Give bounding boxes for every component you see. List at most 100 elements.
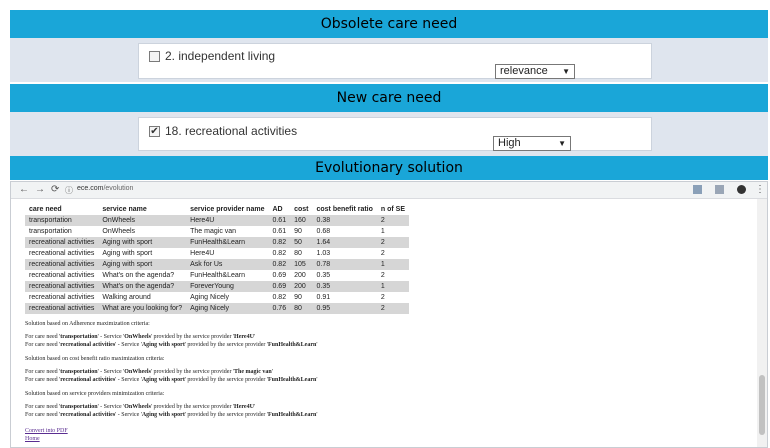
cell-provider: FunHealth&Learn [186,270,269,281]
table-row: recreational activities What are you look… [25,303,410,314]
home-link[interactable]: Home [25,436,40,442]
convert-pdf-link[interactable]: Convert into PDF [25,428,68,434]
cell-cost-benefit: 0.78 [312,259,377,270]
profile-icon[interactable] [737,185,746,194]
cell-provider: Here4U [186,215,269,226]
col-cost: cost [290,204,313,215]
more-options-icon[interactable]: ⋮ [755,184,765,195]
cell-cost-benefit: 0.95 [312,303,377,314]
col-service-provider: service provider name [186,204,269,215]
cell-n-of-se: 1 [376,226,410,237]
cell-cost: 80 [290,248,313,259]
cell-care-need: recreational activities [25,292,99,303]
reload-icon[interactable]: ⟳ [51,184,59,195]
cell-cost: 200 [290,270,313,281]
cell-ad: 0.82 [268,259,291,270]
cell-provider: FunHealth&Learn [186,237,269,248]
table-row: transportation OnWheels Here4U 0.61 160 0.38 2 [25,215,410,226]
results-table: care need service name service provider … [25,204,410,314]
priority-select[interactable]: High ▼ [493,136,571,151]
col-n-of-se: n of SE [376,204,410,215]
cell-service-name: Aging with sport [98,259,187,270]
cell-service-name: Walking around [98,292,187,303]
cell-cost-benefit: 0.91 [312,292,377,303]
table-row: recreational activities What's on the age… [25,281,410,292]
dropdown-arrow-icon: ▼ [562,67,570,76]
obsolete-care-need-card: 2. independent living relevance ▼ [138,43,652,79]
embedded-browser-window: ← → ⟳ ⓘ ece.com/evolution ⋮ care need se… [10,181,768,448]
cell-ad: 0.61 [268,215,291,226]
cell-n-of-se: 2 [376,270,410,281]
independent-living-checkbox[interactable] [149,51,160,62]
cell-care-need: recreational activities [25,259,99,270]
cell-n-of-se: 2 [376,248,410,259]
relevance-select[interactable]: relevance ▼ [495,64,575,79]
providers-solution-title: Solution based on service providers mini… [25,391,165,397]
cell-provider: ForeverYoung [186,281,269,292]
cell-cost: 105 [290,259,313,270]
url-host: ece.com [77,185,104,192]
cell-provider: Here4U [186,248,269,259]
col-service-name: service name [98,204,187,215]
col-care-need: care need [25,204,99,215]
obsolete-care-need-header: Obsolete care need [10,10,768,38]
cell-n-of-se: 2 [376,237,410,248]
new-care-need-header: New care need [10,84,768,112]
cell-n-of-se: 2 [376,292,410,303]
table-header-row: care need service name service provider … [25,204,410,215]
cell-cost-benefit: 0.35 [312,281,377,292]
cell-provider: The magic van [186,226,269,237]
cell-ad: 0.69 [268,270,291,281]
new-item-label: 18. recreational activities [165,124,298,138]
table-row: recreational activities Walking around Agi… [25,292,410,303]
col-cost-benefit: cost benefit ratio [312,204,377,215]
cell-service-name: What are you looking for? [98,303,187,314]
extension-icon[interactable] [693,185,702,194]
cell-ad: 0.61 [268,226,291,237]
table-row: transportation OnWheels The magic van 0.61 9… [25,226,410,237]
cell-cost-benefit: 0.35 [312,270,377,281]
cell-service-name: What's on the agenda? [98,270,187,281]
cell-provider: Ask for Us [186,259,269,270]
table-row: recreational activities What's on the age… [25,270,410,281]
cell-ad: 0.76 [268,303,291,314]
adherence-solution-title: Solution based on Adherence maximization… [25,321,150,327]
providers-solution-line-1: For care need 'transportation' - Service… [25,404,256,410]
relevance-select-value: relevance [500,65,548,77]
cell-ad: 0.82 [268,237,291,248]
info-icon[interactable]: ⓘ [65,185,73,196]
scrollbar-thumb[interactable] [759,375,765,435]
browser-toolbar: ← → ⟳ ⓘ ece.com/evolution ⋮ [11,182,767,199]
forward-icon[interactable]: → [35,184,45,195]
cell-cost: 50 [290,237,313,248]
cell-cost: 200 [290,281,313,292]
vertical-scrollbar[interactable] [757,199,767,447]
providers-solution-line-2: For care need 'recreational activities' … [25,412,318,418]
cell-service-name: Aging with sport [98,248,187,259]
cost-solution-line-1: For care need 'transportation' - Service… [25,369,273,375]
cell-provider: Aging Nicely [186,303,269,314]
cost-solution-line-2: For care need 'recreational activities' … [25,377,318,383]
cell-service-name: What's on the agenda? [98,281,187,292]
cell-cost-benefit: 1.64 [312,237,377,248]
new-care-need-card: ✔ 18. recreational activities High ▼ [138,117,652,151]
cell-ad: 0.69 [268,281,291,292]
adherence-solution-line-2: For care need 'recreational activities' … [25,342,318,348]
priority-select-value: High [498,137,521,149]
cell-care-need: recreational activities [25,270,99,281]
cell-service-name: Aging with sport [98,237,187,248]
cell-service-name: OnWheels [98,215,187,226]
obsolete-item-label: 2. independent living [165,49,276,63]
address-bar[interactable]: ece.com/evolution [77,185,133,192]
back-icon[interactable]: ← [19,184,29,195]
table-row: recreational activities Aging with sport A… [25,259,410,270]
new-care-need-row: ✔ 18. recreational activities High ▼ [10,112,768,156]
cell-care-need: recreational activities [25,281,99,292]
cell-care-need: transportation [25,226,99,237]
cell-n-of-se: 1 [376,281,410,292]
recreational-activities-checkbox[interactable]: ✔ [149,126,160,137]
url-path: /evolution [103,185,134,192]
menu-grid-icon[interactable] [715,185,724,194]
cost-solution-title: Solution based on cost benefit ratio max… [25,356,165,362]
cell-cost: 160 [290,215,313,226]
